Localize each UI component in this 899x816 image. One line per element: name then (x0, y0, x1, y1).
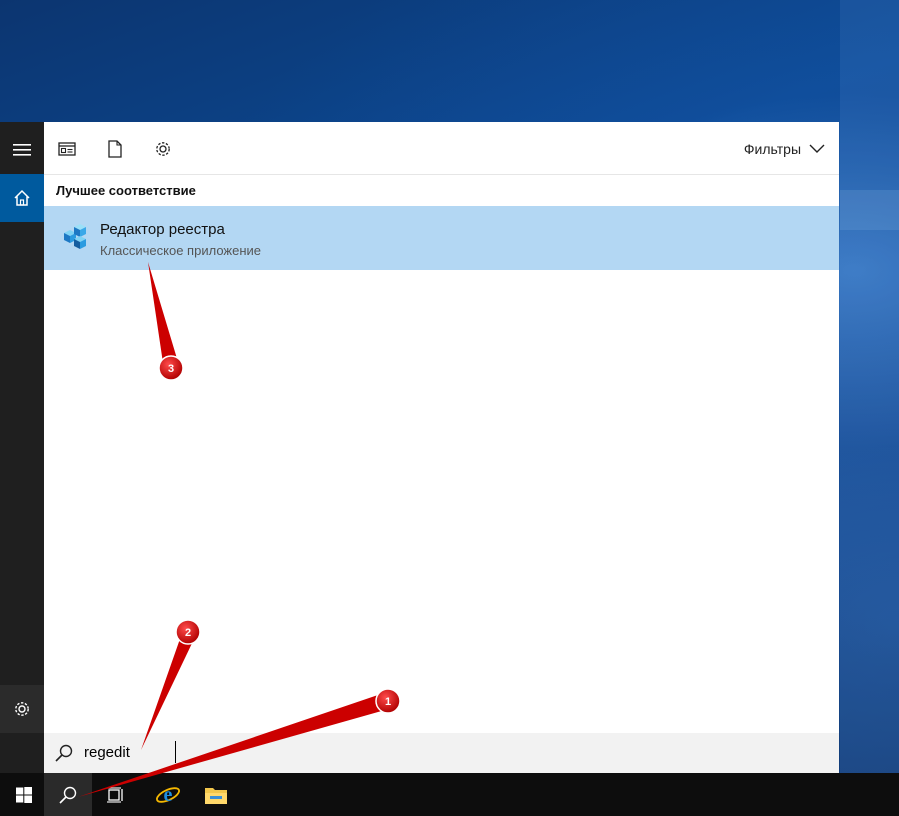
start-button[interactable] (0, 773, 48, 816)
settings-icon (156, 142, 170, 156)
settings-filter-button[interactable] (152, 138, 174, 160)
filters-dropdown[interactable]: Фильтры (744, 138, 825, 160)
taskbar-search-button[interactable] (44, 773, 92, 816)
hamburger-menu-icon (13, 144, 31, 156)
result-subtitle: Классическое приложение (100, 243, 262, 258)
taskbar: e (0, 773, 899, 816)
apps-filter-button[interactable] (56, 138, 78, 160)
hamburger-menu-button[interactable] (0, 126, 44, 174)
registry-editor-icon (64, 224, 86, 249)
best-match-heading: Лучшее соответствие (56, 183, 196, 198)
result-title: Редактор реестра (100, 221, 225, 238)
internet-explorer-icon: e (156, 784, 180, 806)
start-left-rail (0, 122, 44, 773)
chevron-down-icon (809, 144, 825, 153)
search-box[interactable]: regedit (44, 733, 839, 773)
svg-text:e: e (164, 784, 173, 806)
home-icon (14, 189, 30, 206)
documents-filter-button[interactable] (104, 138, 126, 160)
search-icon (55, 744, 73, 762)
filters-label: Фильтры (743, 141, 801, 157)
file-explorer-button[interactable] (192, 773, 240, 816)
search-results-panel: Фильтры Лучшее соответствие Редактор рее… (44, 122, 839, 773)
settings-button[interactable] (0, 685, 44, 733)
settings-icon (15, 702, 29, 716)
file-explorer-icon (205, 787, 227, 804)
search-icon (59, 786, 77, 804)
text-caret (175, 741, 176, 763)
apps-icon (58, 142, 76, 156)
internet-explorer-button[interactable]: e (144, 773, 192, 816)
search-input-text: regedit (84, 744, 130, 761)
panel-header: Фильтры (44, 122, 839, 175)
documents-icon (108, 140, 122, 158)
home-button[interactable] (0, 174, 44, 222)
task-view-button[interactable] (92, 773, 140, 816)
search-result-item[interactable]: Редактор реестра Классическое приложение (44, 206, 839, 270)
task-view-icon (107, 786, 123, 803)
windows-start-icon (16, 786, 32, 803)
